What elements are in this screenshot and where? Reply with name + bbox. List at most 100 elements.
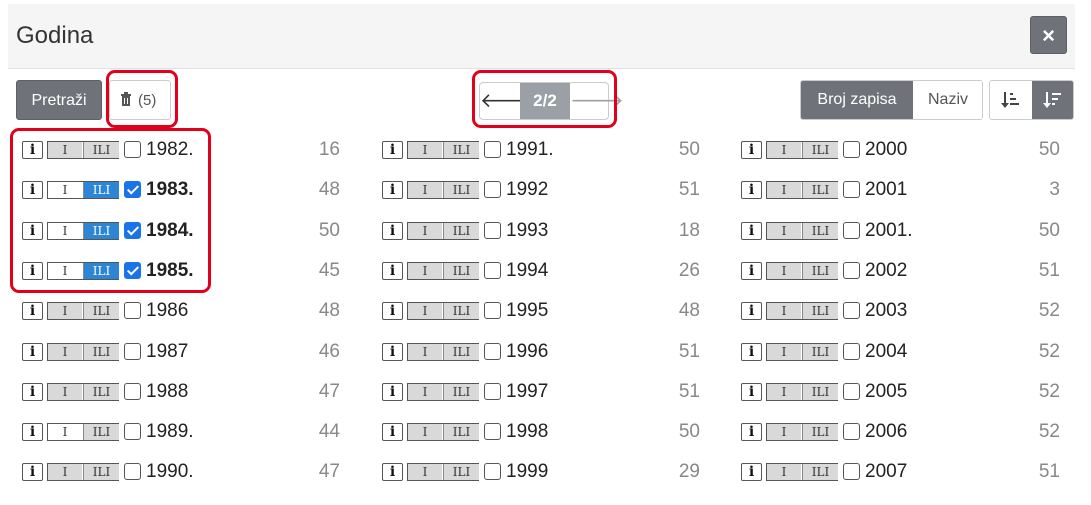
facet-label[interactable]: 1986 [146, 300, 188, 322]
facet-checkbox[interactable] [843, 463, 860, 481]
info-icon[interactable]: i [382, 141, 403, 159]
facet-checkbox[interactable] [124, 302, 141, 320]
facet-label[interactable]: 1998 [506, 421, 548, 443]
info-icon[interactable]: i [741, 141, 762, 159]
info-icon[interactable]: i [741, 342, 762, 361]
facet-label[interactable]: 2006 [865, 421, 907, 443]
info-icon[interactable]: i [741, 302, 762, 321]
toggle-or-option[interactable]: ILI [443, 464, 479, 481]
toggle-and-option[interactable]: I [767, 424, 801, 441]
info-icon[interactable]: i [382, 423, 403, 442]
facet-checkbox[interactable] [124, 342, 141, 360]
facet-label[interactable]: 2002 [865, 260, 907, 282]
info-icon[interactable]: i [22, 342, 43, 361]
search-button[interactable]: Pretraži [16, 80, 102, 120]
facet-label[interactable]: 2001 [865, 179, 907, 201]
facet-checkbox[interactable] [484, 261, 501, 279]
facet-label[interactable]: 1999 [506, 461, 548, 483]
toggle-and-option[interactable]: I [767, 142, 801, 158]
toggle-and-option[interactable]: I [408, 262, 442, 279]
toggle-and-option[interactable]: I [408, 343, 442, 360]
toggle-and-option[interactable]: I [408, 182, 442, 199]
info-icon[interactable]: i [741, 423, 762, 442]
toggle-or-option[interactable]: ILI [802, 303, 838, 320]
facet-label[interactable]: 1989. [146, 421, 194, 443]
toggle-and-option[interactable]: I [767, 343, 801, 360]
toggle-and-option[interactable]: I [48, 424, 82, 441]
toggle-or-option[interactable]: ILI [802, 343, 838, 360]
facet-checkbox[interactable] [124, 423, 141, 441]
toggle-or-option[interactable]: ILI [443, 142, 479, 158]
info-icon[interactable]: i [741, 382, 762, 401]
toggle-or-option[interactable]: ILI [802, 383, 838, 400]
info-icon[interactable]: i [382, 302, 403, 321]
sort-by-name-button[interactable]: Naziv [913, 81, 982, 119]
info-icon[interactable]: i [382, 261, 403, 280]
toggle-or-option[interactable]: ILI [83, 343, 119, 360]
toggle-and-option[interactable]: I [48, 343, 82, 360]
toggle-and-option[interactable]: I [48, 383, 82, 400]
facet-checkbox[interactable] [843, 382, 860, 400]
info-icon[interactable]: i [382, 463, 403, 482]
toggle-or-option[interactable]: ILI [443, 222, 479, 239]
facet-label[interactable]: 2000 [865, 139, 907, 161]
toggle-or-option[interactable]: ILI [802, 262, 838, 279]
info-icon[interactable]: i [22, 463, 43, 482]
sort-by-count-button[interactable]: Broj zapisa [801, 81, 913, 119]
facet-checkbox[interactable] [843, 302, 860, 320]
facet-checkbox[interactable] [843, 141, 860, 158]
toggle-and-option[interactable]: I [408, 222, 442, 239]
facet-checkbox[interactable] [484, 342, 501, 360]
toggle-or-option[interactable]: ILI [83, 424, 119, 441]
facet-label[interactable]: 1995 [506, 300, 548, 322]
info-icon[interactable]: i [382, 221, 403, 240]
facet-label[interactable]: 2007 [865, 461, 907, 483]
toggle-or-option[interactable]: ILI [802, 182, 838, 199]
facet-checkbox[interactable] [124, 382, 141, 400]
facet-checkbox[interactable] [843, 261, 860, 279]
toggle-or-option[interactable]: ILI [443, 182, 479, 199]
toggle-and-option[interactable]: I [767, 222, 801, 239]
toggle-and-option[interactable]: I [408, 383, 442, 400]
facet-label[interactable]: 1988 [146, 381, 188, 403]
toggle-and-option[interactable]: I [408, 303, 442, 320]
facet-checkbox[interactable] [843, 342, 860, 360]
info-icon[interactable]: i [741, 463, 762, 482]
facet-label[interactable]: 2004 [865, 341, 907, 363]
facet-checkbox[interactable] [484, 302, 501, 320]
close-button[interactable]: × [1030, 16, 1067, 54]
toggle-and-option[interactable]: I [408, 464, 442, 481]
toggle-or-option[interactable]: ILI [83, 383, 119, 400]
toggle-or-option[interactable]: ILI [802, 222, 838, 239]
toggle-and-option[interactable]: I [48, 303, 82, 320]
facet-label[interactable]: 1990. [146, 461, 194, 483]
facet-checkbox[interactable] [484, 221, 501, 239]
toggle-or-option[interactable]: ILI [802, 424, 838, 441]
toggle-or-option[interactable]: ILI [802, 464, 838, 481]
info-icon[interactable]: i [382, 382, 403, 401]
toggle-or-option[interactable]: ILI [443, 343, 479, 360]
sort-asc-button[interactable] [990, 81, 1032, 119]
toggle-and-option[interactable]: I [408, 142, 442, 158]
facet-checkbox[interactable] [484, 141, 501, 158]
facet-label[interactable]: 1991. [506, 139, 554, 161]
facet-checkbox[interactable] [843, 423, 860, 441]
info-icon[interactable]: i [22, 423, 43, 442]
toggle-and-option[interactable]: I [767, 262, 801, 279]
toggle-and-option[interactable]: I [48, 464, 82, 481]
info-icon[interactable]: i [382, 181, 403, 200]
facet-label[interactable]: 1992 [506, 179, 548, 201]
facet-checkbox[interactable] [484, 423, 501, 441]
info-icon[interactable]: i [741, 181, 762, 200]
toggle-or-option[interactable]: ILI [443, 424, 479, 441]
toggle-or-option[interactable]: ILI [443, 383, 479, 400]
facet-checkbox[interactable] [843, 181, 860, 199]
info-icon[interactable]: i [22, 382, 43, 401]
facet-checkbox[interactable] [124, 463, 141, 481]
info-icon[interactable]: i [22, 302, 43, 321]
facet-label[interactable]: 1997 [506, 381, 548, 403]
facet-label[interactable]: 2001. [865, 220, 913, 242]
toggle-and-option[interactable]: I [767, 464, 801, 481]
toggle-and-option[interactable]: I [767, 182, 801, 199]
facet-label[interactable]: 2003 [865, 300, 907, 322]
